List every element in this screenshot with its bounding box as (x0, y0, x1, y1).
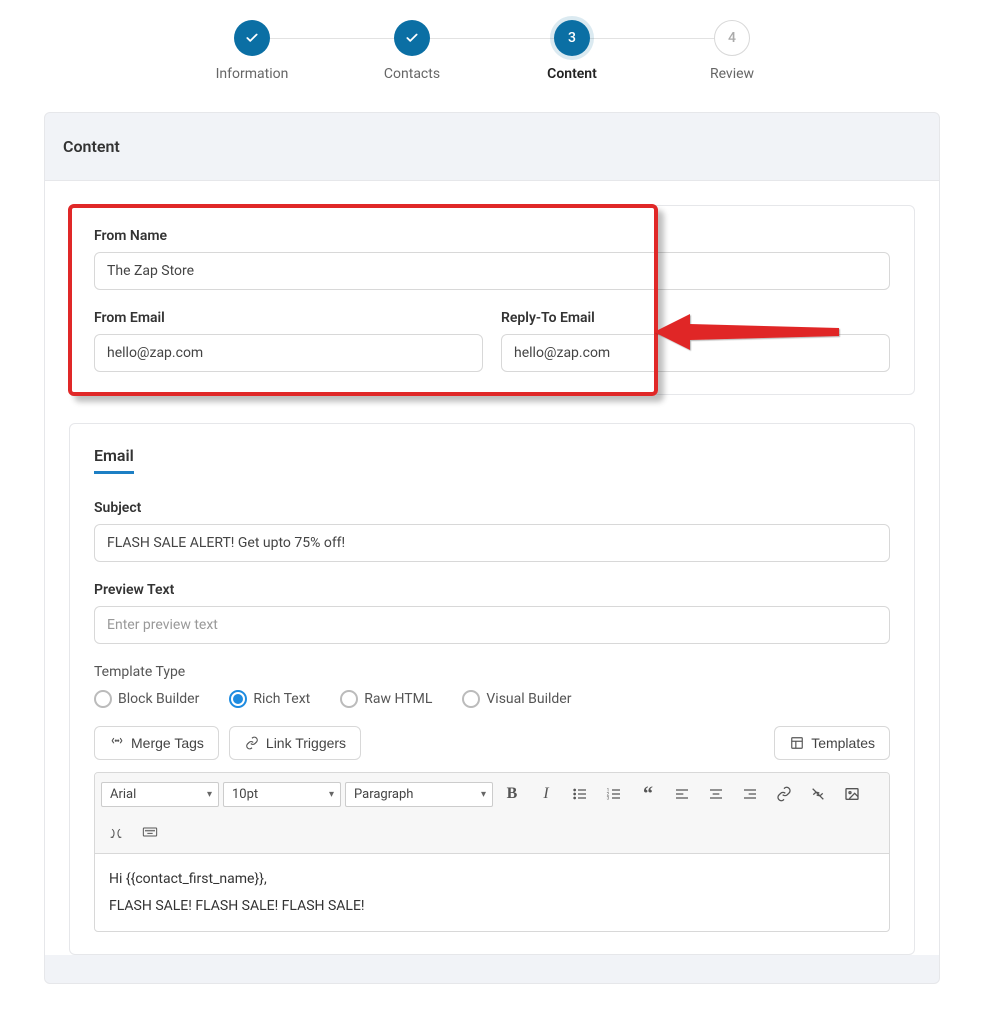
remove-link-button[interactable] (803, 779, 833, 809)
insert-link-button[interactable] (769, 779, 799, 809)
keyboard-button[interactable] (135, 817, 165, 847)
insert-image-button[interactable] (837, 779, 867, 809)
editor-content[interactable]: Hi {{contact_first_name}}, FLASH SALE! F… (95, 854, 889, 931)
editor-line: Hi {{contact_first_name}}, (109, 866, 875, 893)
from-email-label: From Email (94, 310, 483, 326)
font-family-select[interactable]: Arial (101, 782, 219, 807)
link-icon (244, 736, 260, 750)
align-left-button[interactable] (667, 779, 697, 809)
italic-button[interactable]: I (531, 779, 561, 809)
step-content[interactable]: 3 Content (492, 20, 652, 82)
step-label: Review (710, 66, 754, 82)
special-char-button[interactable] (101, 817, 131, 847)
reply-to-email-input[interactable] (501, 334, 890, 372)
radio-label: Visual Builder (486, 691, 571, 707)
from-name-input[interactable] (94, 252, 890, 290)
align-center-button[interactable] (701, 779, 731, 809)
editor-line: FLASH SALE! FLASH SALE! FLASH SALE! (109, 893, 875, 920)
stepper: Information Contacts 3 Content 4 Review (0, 20, 984, 82)
step-information[interactable]: Information (172, 20, 332, 82)
check-icon (234, 20, 270, 56)
button-label: Link Triggers (266, 735, 346, 751)
align-right-button[interactable] (735, 779, 765, 809)
numbered-list-button[interactable]: 123 (599, 779, 629, 809)
from-panel: From Name From Email Reply-To Email (69, 205, 915, 395)
merge-tags-icon (109, 736, 125, 750)
reply-to-email-label: Reply-To Email (501, 310, 890, 326)
card-title: Content (45, 113, 939, 180)
subject-input[interactable] (94, 524, 890, 562)
block-format-select[interactable]: Paragraph (345, 782, 493, 807)
templates-icon (789, 736, 805, 750)
step-label: Content (547, 66, 597, 82)
preview-text-input[interactable] (94, 606, 890, 644)
step-label: Information (216, 66, 289, 82)
template-type-label: Template Type (94, 664, 890, 680)
subject-label: Subject (94, 500, 890, 516)
button-label: Merge Tags (131, 735, 204, 751)
step-number: 4 (714, 20, 750, 56)
radio-label: Rich Text (253, 691, 310, 707)
blockquote-button[interactable]: “ (633, 779, 663, 809)
check-icon (394, 20, 430, 56)
button-label: Templates (811, 735, 875, 751)
font-size-select[interactable]: 10pt (223, 782, 341, 807)
radio-label: Block Builder (118, 691, 199, 707)
step-label: Contacts (384, 66, 440, 82)
radio-rich-text[interactable]: Rich Text (229, 690, 310, 708)
svg-text:3: 3 (607, 795, 610, 801)
radio-block-builder[interactable]: Block Builder (94, 690, 199, 708)
link-triggers-button[interactable]: Link Triggers (229, 726, 361, 760)
step-contacts[interactable]: Contacts (332, 20, 492, 82)
rich-text-editor: Arial 10pt Paragraph B I 123 “ (94, 772, 890, 932)
radio-raw-html[interactable]: Raw HTML (340, 690, 432, 708)
email-section-title: Email (94, 446, 134, 474)
step-number: 3 (554, 20, 590, 56)
template-type-radio-group: Block Builder Rich Text Raw HTML Vi (94, 690, 890, 708)
merge-tags-button[interactable]: Merge Tags (94, 726, 219, 760)
preview-text-label: Preview Text (94, 582, 890, 598)
bold-button[interactable]: B (497, 779, 527, 809)
email-panel: Email Subject Preview Text Template Type (69, 423, 915, 955)
from-email-input[interactable] (94, 334, 483, 372)
radio-visual-builder[interactable]: Visual Builder (462, 690, 571, 708)
radio-label: Raw HTML (364, 691, 432, 707)
bullet-list-button[interactable] (565, 779, 595, 809)
from-name-label: From Name (94, 228, 890, 244)
templates-button[interactable]: Templates (774, 726, 890, 760)
editor-toolbar: Arial 10pt Paragraph B I 123 “ (95, 773, 889, 854)
step-review[interactable]: 4 Review (652, 20, 812, 82)
content-card: Content From Name From Email Reply-To Em… (44, 112, 940, 984)
